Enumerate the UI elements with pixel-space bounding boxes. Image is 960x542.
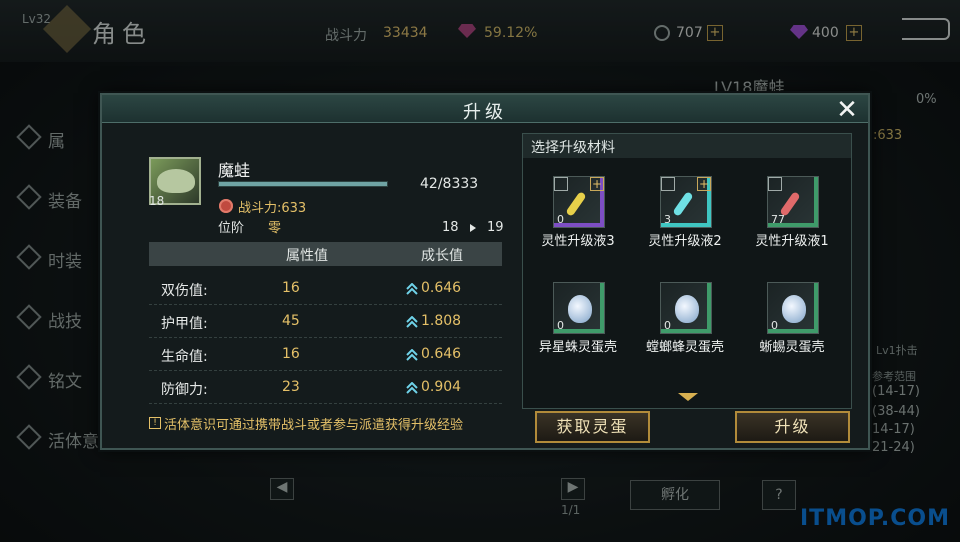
info-icon: !	[149, 417, 161, 429]
stat-name: 双伤值:	[161, 283, 208, 299]
material-slot-spirit-liquid-1[interactable]: 77 灵性升级液1	[737, 176, 837, 256]
material-slot-spider-egg[interactable]: 0 异星蛛灵蛋壳	[523, 282, 623, 362]
arrow-right-icon	[470, 224, 476, 232]
add-material-button[interactable]: +	[590, 177, 604, 191]
material-name: 蜥蜴灵蛋壳	[759, 340, 825, 355]
material-name: 灵性升级液1	[755, 234, 829, 249]
material-name: 异星蛛灵蛋壳	[538, 340, 617, 355]
stat-name: 护甲值:	[161, 316, 208, 332]
stat-growth: 0.646	[421, 280, 462, 296]
stat-growth: 0.904	[421, 379, 462, 395]
stat-name: 防御力:	[161, 382, 208, 398]
add-material-button[interactable]: +	[697, 177, 711, 191]
stat-value: 16	[282, 346, 300, 362]
select-box[interactable]	[554, 177, 568, 191]
column-header-growth: 成长值	[421, 248, 463, 264]
growth-up-icon	[406, 283, 418, 295]
stats-table-header: 属性值 成长值	[149, 242, 502, 266]
material-name: 灵性升级液3	[541, 234, 615, 249]
material-icon-frame: 0	[553, 282, 605, 334]
materials-panel: 选择升级材料 + 0 灵性升级液3 + 3 灵性升级液2 77 灵性升级液1 0…	[522, 133, 852, 409]
get-egg-button[interactable]: 获取灵蛋	[535, 411, 650, 443]
exp-text: 42/8333	[420, 176, 479, 192]
table-row: 防御力: 23 0.904	[149, 372, 502, 404]
stat-value: 16	[282, 280, 300, 296]
dialog-title: 升级	[463, 102, 507, 123]
dialog-header: 升级	[102, 95, 868, 123]
close-button[interactable]: ✕	[834, 97, 860, 125]
upgrade-button[interactable]: 升级	[735, 411, 850, 443]
table-row: 双伤值: 16 0.646	[149, 273, 502, 305]
material-count: 3	[664, 213, 671, 226]
rank-value: 零	[268, 221, 282, 236]
column-header-value: 属性值	[286, 248, 328, 264]
frog-icon	[157, 169, 195, 193]
growth-up-icon	[406, 349, 418, 361]
material-icon-frame: 0	[767, 282, 819, 334]
material-icon-frame: 0	[660, 282, 712, 334]
table-row: 护甲值: 45 1.808	[149, 306, 502, 338]
material-count: 0	[557, 319, 564, 332]
material-slot-spirit-liquid-2[interactable]: + 3 灵性升级液2	[630, 176, 730, 256]
egg-shell-icon	[568, 295, 592, 323]
material-slot-spirit-liquid-3[interactable]: + 0 灵性升级液3	[523, 176, 623, 256]
stat-growth: 1.808	[421, 313, 462, 329]
material-icon-frame: + 3	[660, 176, 712, 228]
combat-power-icon	[219, 199, 233, 213]
stat-name: 生命值:	[161, 349, 208, 365]
select-box[interactable]	[661, 177, 675, 191]
level-to: 19	[487, 220, 504, 235]
tip-text: 活体意识可通过携带战斗或者参与派遣获得升级经验	[164, 418, 464, 433]
exp-bar-fill	[219, 182, 387, 186]
vial-icon	[672, 191, 694, 217]
material-name: 螳螂蜂灵蛋壳	[645, 340, 724, 355]
material-count: 0	[557, 213, 564, 226]
pet-portrait-level: 18	[149, 194, 165, 208]
rank-label: 位阶	[218, 221, 245, 236]
stat-value: 45	[282, 313, 300, 329]
material-count: 77	[771, 213, 785, 226]
scroll-down-icon[interactable]	[678, 393, 698, 401]
upgrade-dialog: 升级 ✕ 18 魔蛙 42/8333 战斗力:633 位阶 零 18 19 属性…	[100, 93, 870, 450]
level-from: 18	[442, 220, 459, 235]
material-icon-frame: 77	[767, 176, 819, 228]
material-slot-mantis-egg[interactable]: 0 螳螂蜂灵蛋壳	[630, 282, 730, 362]
exp-bar	[218, 181, 388, 187]
materials-title-bar: 选择升级材料	[523, 134, 851, 158]
stat-value: 23	[282, 379, 300, 395]
select-box[interactable]	[768, 177, 782, 191]
pet-name: 魔蛙	[218, 161, 251, 180]
material-count: 0	[771, 319, 778, 332]
table-row: 生命值: 16 0.646	[149, 339, 502, 371]
egg-shell-icon	[675, 295, 699, 323]
material-name: 灵性升级液2	[648, 234, 722, 249]
materials-title: 选择升级材料	[531, 140, 615, 156]
material-icon-frame: + 0	[553, 176, 605, 228]
material-count: 0	[664, 319, 671, 332]
growth-up-icon	[406, 316, 418, 328]
growth-up-icon	[406, 382, 418, 394]
pet-combat-power: 战斗力:633	[238, 201, 307, 216]
egg-shell-icon	[782, 295, 806, 323]
stat-growth: 0.646	[421, 346, 462, 362]
vial-icon	[565, 191, 587, 217]
material-slot-lizard-egg[interactable]: 0 蜥蜴灵蛋壳	[737, 282, 837, 362]
